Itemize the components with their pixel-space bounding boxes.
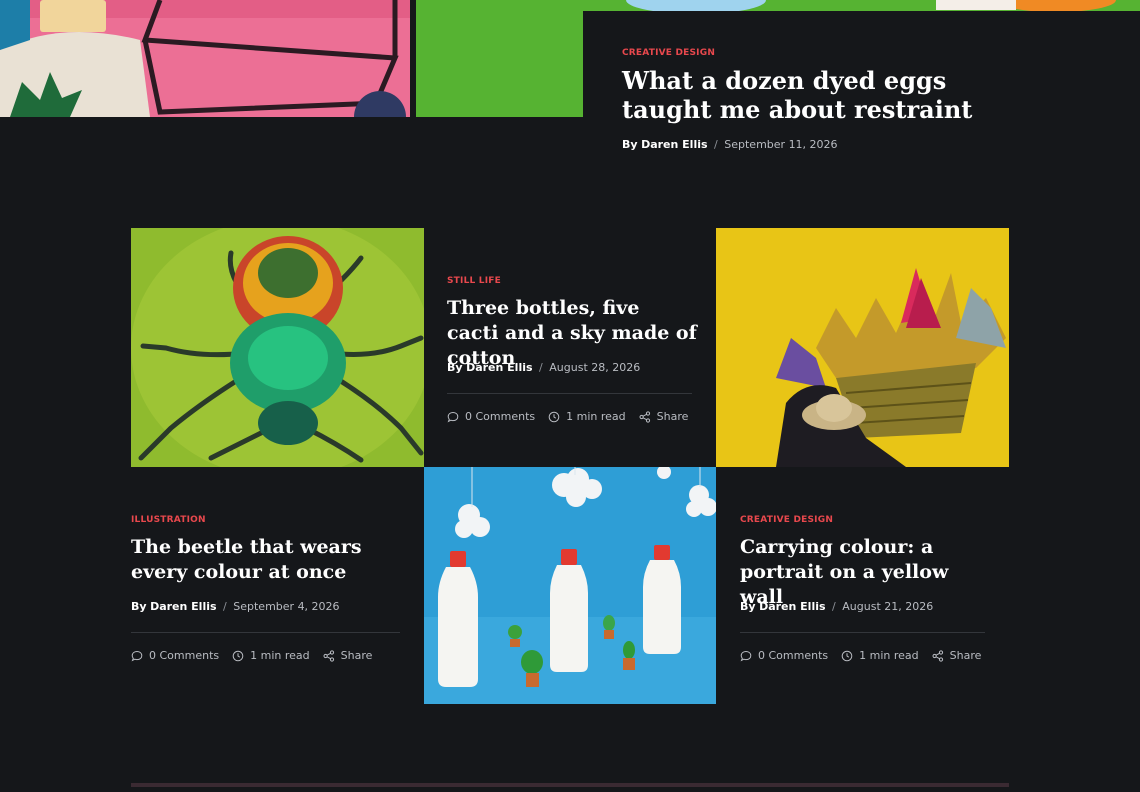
- featured-hero-image[interactable]: [0, 0, 410, 117]
- post-meta: By Daren Ellis / August 21, 2026: [740, 600, 933, 613]
- share-button[interactable]: Share: [323, 649, 373, 662]
- featured-meta: By Daren Ellis / September 11, 2026: [622, 138, 838, 151]
- share-label: Share: [949, 649, 982, 662]
- post-stats: 0 Comments 1 min read Share: [131, 649, 385, 662]
- read-time-label: 1 min read: [566, 410, 626, 423]
- comment-bubble-icon: [131, 650, 143, 661]
- post-card-yellow-wall: Creative Design Carrying colour: a portr…: [716, 467, 1009, 705]
- clock-icon: [232, 650, 244, 661]
- beetle-photo: [131, 228, 424, 467]
- post-image-beetle[interactable]: [131, 228, 424, 467]
- read-time: 1 min read: [841, 649, 919, 662]
- comment-bubble-icon: [447, 411, 459, 422]
- author-prefix: By: [622, 138, 638, 151]
- post-title[interactable]: Three bottles, five cacti and a sky made…: [447, 296, 697, 371]
- share-button[interactable]: Share: [932, 649, 982, 662]
- meta-separator: /: [714, 138, 718, 151]
- post-date: August 21, 2026: [842, 600, 934, 613]
- meta-separator: /: [223, 600, 227, 613]
- post-category[interactable]: Illustration: [131, 515, 206, 525]
- section-divider: [131, 783, 1009, 787]
- bottles-photo: [424, 467, 716, 704]
- post-card-bottles: Still Life Three bottles, five cacti and…: [424, 228, 716, 467]
- post-meta: By Daren Ellis / September 4, 2026: [131, 600, 340, 613]
- meta-separator: /: [539, 361, 543, 374]
- hero-image-pink-panel: [0, 0, 410, 117]
- post-meta: By Daren Ellis / August 28, 2026: [447, 361, 640, 374]
- share-button[interactable]: Share: [639, 410, 689, 423]
- share-label: Share: [656, 410, 689, 423]
- comment-bubble-icon: [740, 650, 752, 661]
- post-stats: 0 Comments 1 min read Share: [740, 649, 994, 662]
- featured-category[interactable]: Creative Design: [622, 48, 715, 58]
- author-link[interactable]: Daren Ellis: [759, 600, 825, 613]
- author-link[interactable]: Daren Ellis: [150, 600, 216, 613]
- yellow-wall-photo: [716, 228, 1009, 467]
- post-category[interactable]: Still Life: [447, 276, 501, 286]
- read-time: 1 min read: [548, 410, 626, 423]
- author-link[interactable]: Daren Ellis: [466, 361, 532, 374]
- share-icon: [639, 410, 650, 423]
- comments-link[interactable]: 0 Comments: [740, 649, 828, 662]
- comments-link[interactable]: 0 Comments: [131, 649, 219, 662]
- read-time-label: 1 min read: [250, 649, 310, 662]
- post-date: August 28, 2026: [549, 361, 641, 374]
- clock-icon: [548, 411, 560, 422]
- featured-post-card: Creative Design What a dozen dyed eggs t…: [583, 11, 1140, 181]
- author-prefix: By: [740, 600, 756, 613]
- comments-count: 0 Comments: [149, 649, 220, 662]
- clock-icon: [841, 650, 853, 661]
- post-image-yellow-wall[interactable]: [716, 228, 1009, 467]
- post-date: September 4, 2026: [233, 600, 340, 613]
- post-date: September 11, 2026: [724, 138, 838, 151]
- post-title[interactable]: The beetle that wears every colour at on…: [131, 535, 391, 585]
- author-prefix: By: [447, 361, 463, 374]
- read-time-label: 1 min read: [859, 649, 919, 662]
- post-card-beetle: Illustration The beetle that wears every…: [131, 467, 424, 705]
- post-stats: 0 Comments 1 min read Share: [447, 410, 701, 423]
- meta-separator: /: [832, 600, 836, 613]
- post-category[interactable]: Creative Design: [740, 515, 833, 525]
- share-icon: [323, 649, 334, 662]
- share-icon: [932, 649, 943, 662]
- share-label: Share: [340, 649, 373, 662]
- post-divider: [131, 632, 400, 633]
- post-divider: [740, 632, 985, 633]
- author-link[interactable]: Daren Ellis: [641, 138, 707, 151]
- post-divider: [447, 393, 692, 394]
- read-time: 1 min read: [232, 649, 310, 662]
- comments-link[interactable]: 0 Comments: [447, 410, 535, 423]
- author-prefix: By: [131, 600, 147, 613]
- comments-count: 0 Comments: [758, 649, 829, 662]
- featured-title[interactable]: What a dozen dyed eggs taught me about r…: [622, 66, 1022, 124]
- comments-count: 0 Comments: [465, 410, 536, 423]
- post-title[interactable]: Carrying colour: a portrait on a yellow …: [740, 535, 990, 610]
- post-image-bottles[interactable]: [424, 467, 716, 704]
